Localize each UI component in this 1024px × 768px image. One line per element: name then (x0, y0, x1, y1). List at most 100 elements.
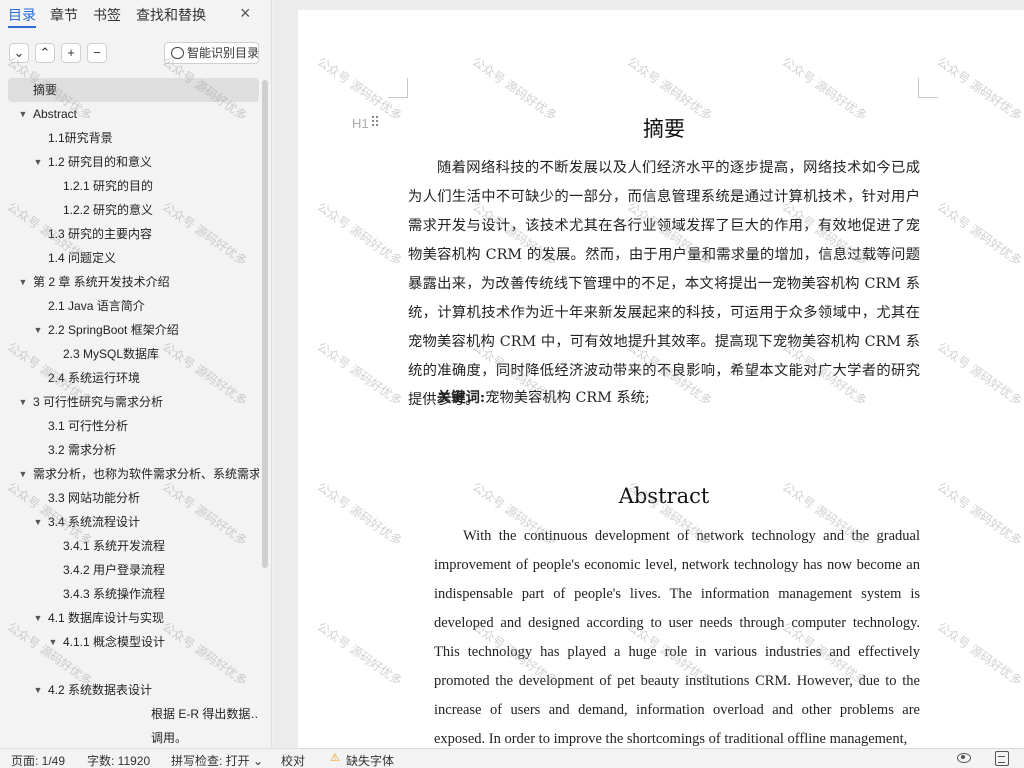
toc-item[interactable]: 1.4 问题定义 (8, 246, 259, 270)
toc-item[interactable]: ▼ 4.2 系统数据表设计 (8, 678, 259, 702)
chevron-down-icon: ⌄ (253, 754, 264, 768)
toc-item-label: 1.2.1 研究的目的 (63, 179, 154, 193)
abstract-title-cn: 摘要 (643, 117, 685, 141)
word-count[interactable]: 字数: 11920 (87, 752, 150, 768)
toc-item-label: 1.1研究背景 (48, 131, 113, 145)
toc-scrollbar[interactable] (262, 80, 268, 568)
toc-item[interactable]: 2.4 系统运行环境 (8, 366, 259, 390)
spell-check-toggle[interactable]: 拼写检查: 打开 ⌄ (171, 752, 263, 768)
toc-item[interactable]: 摘要 (8, 78, 259, 102)
toc-item[interactable]: ▼ 第 2 章 系统开发技术介绍 (8, 270, 259, 294)
toc-item-label: 2.2 SpringBoot 框架介绍 (48, 323, 179, 337)
toc-item[interactable]: 3.4.1 系统开发流程 (8, 534, 259, 558)
toc-item-label: 需求分析，也称为软件需求分析、系统需求… (33, 467, 259, 481)
toc-item-label: 2.4 系统运行环境 (48, 371, 141, 385)
toc-item[interactable]: ▼ 4.1 数据库设计与实现 (8, 606, 259, 630)
toc-item-label: 2.3 MySQL数据库 (63, 347, 160, 361)
caret-down-icon[interactable]: ▼ (18, 102, 28, 126)
toc-item[interactable]: ▼ 3 可行性研究与需求分析 (8, 390, 259, 414)
page-corner-mark (388, 78, 408, 98)
toc-item-label: 3.4 系统流程设计 (48, 515, 141, 529)
smart-recognize-icon (171, 47, 184, 59)
toc-item[interactable]: 3.2 需求分析 (8, 438, 259, 462)
page-indicator[interactable]: 页面: 1/49 (11, 752, 65, 768)
smart-toc-label: 智能识别目录 (187, 46, 260, 60)
toc-item[interactable]: ▼ 需求分析，也称为软件需求分析、系统需求… (8, 462, 259, 486)
toc-item[interactable]: ▼ 3.4 系统流程设计 (8, 510, 259, 534)
toc-item[interactable]: 2.3 MySQL数据库 (8, 342, 259, 366)
abstract-title-en: Abstract (618, 484, 710, 508)
toc-item-label: 3.4.3 系统操作流程 (63, 587, 166, 601)
toc-item-label: 1.2.2 研究的意义 (63, 203, 154, 217)
expand-all-button[interactable]: ⌃ (35, 43, 55, 63)
toc-item-label: 3.2 需求分析 (48, 443, 117, 457)
toc-item-label: 第 2 章 系统开发技术介绍 (33, 275, 170, 289)
document-view-icon[interactable] (995, 751, 1009, 766)
toc-item[interactable]: ▼ 1.2 研究目的和意义 (8, 150, 259, 174)
toc-item-label: 调用。 (151, 731, 188, 745)
caret-down-icon[interactable]: ▼ (33, 510, 43, 534)
caret-down-icon[interactable]: ▼ (33, 678, 43, 702)
keywords-label: 关键词: (437, 390, 486, 406)
abstract-paragraph-cn: 随着网络科技的不断发展以及人们经济水平的逐步提高，网络技术如今已成为人们生活中不… (408, 160, 920, 408)
sidebar-tabs: 目录 章节 书签 查找和替换 × (0, 0, 272, 30)
tab-bookmarks[interactable]: 书签 (93, 5, 121, 25)
toc-item[interactable]: 根据 E-R 得出数据… (8, 702, 259, 726)
collapse-all-button[interactable]: ⌄ (9, 43, 29, 63)
toc-item-label: 3.4.1 系统开发流程 (63, 539, 166, 553)
toc-item[interactable]: 1.3 研究的主要内容 (8, 222, 259, 246)
tab-chapters[interactable]: 章节 (50, 5, 78, 25)
add-entry-button[interactable]: + (61, 43, 81, 63)
caret-down-icon[interactable]: ▼ (18, 390, 28, 414)
status-bar: 页面: 1/49 字数: 11920 拼写检查: 打开 ⌄ 校对 ⚠ 缺失字体 (0, 748, 1024, 768)
toc-item[interactable]: 调用。 (8, 726, 259, 748)
close-icon[interactable]: × (240, 4, 251, 22)
caret-down-icon[interactable]: ▼ (48, 630, 58, 654)
tab-toc[interactable]: 目录 (8, 5, 36, 25)
toc-item[interactable]: 2.1 Java 语言简介 (8, 294, 259, 318)
toc-item-label: 根据 E-R 得出数据… (151, 707, 259, 721)
document-page[interactable]: H1 ⠿ 摘要 随着网络科技的不断发展以及人们经济水平的逐步提高，网络技术如今已… (298, 10, 1024, 748)
smart-toc-button[interactable]: 智能识别目录 (164, 42, 259, 64)
toc-item-label: 4.2 系统数据表设计 (48, 683, 153, 697)
missing-font-button[interactable]: 缺失字体 (346, 752, 394, 768)
toc-item-label: 3.1 可行性分析 (48, 419, 129, 433)
toc-item[interactable]: 3.1 可行性分析 (8, 414, 259, 438)
toc-item-label: 3 可行性研究与需求分析 (33, 395, 164, 409)
toc-item[interactable] (8, 654, 259, 678)
toc-item[interactable]: 3.4.3 系统操作流程 (8, 582, 259, 606)
toc-item[interactable]: ▼ Abstract (8, 102, 259, 126)
toc-item-label: 3.3 网站功能分析 (48, 491, 141, 505)
toc-item[interactable]: 3.4.2 用户登录流程 (8, 558, 259, 582)
abstract-paragraph-en: With the continuous development of netwo… (434, 528, 920, 747)
warning-icon: ⚠ (330, 752, 340, 764)
toc-item[interactable]: ▼ 4.1.1 概念模型设计 (8, 630, 259, 654)
eye-icon[interactable] (957, 753, 971, 763)
toc-item-label: 4.1.1 概念模型设计 (63, 635, 166, 649)
keywords-line: 关键词:宠物美容机构 CRM 系统; (437, 386, 650, 407)
spell-check-label: 拼写检查: 打开 (171, 754, 250, 768)
toc-toolbar: ⌄ ⌃ + − 智能识别目录 (0, 40, 272, 68)
active-tab-indicator (8, 26, 36, 28)
caret-down-icon[interactable]: ▼ (18, 270, 28, 294)
toc-item[interactable]: 1.2.2 研究的意义 (8, 198, 259, 222)
toc-item-label: 1.4 问题定义 (48, 251, 117, 265)
toc-item[interactable]: ▼ 2.2 SpringBoot 框架介绍 (8, 318, 259, 342)
keywords-value: 宠物美容机构 CRM 系统; (485, 390, 650, 406)
caret-down-icon[interactable]: ▼ (33, 318, 43, 342)
caret-down-icon[interactable]: ▼ (18, 462, 28, 486)
document-area[interactable]: H1 ⠿ 摘要 随着网络科技的不断发展以及人们经济水平的逐步提高，网络技术如今已… (273, 0, 1024, 748)
caret-down-icon[interactable]: ▼ (33, 150, 43, 174)
toc-item-label: 3.4.2 用户登录流程 (63, 563, 166, 577)
toc-item-label: 2.1 Java 语言简介 (48, 299, 145, 313)
proofread-button[interactable]: 校对 (281, 752, 305, 768)
toc-item[interactable]: 1.2.1 研究的目的 (8, 174, 259, 198)
tab-find-replace[interactable]: 查找和替换 (136, 5, 206, 25)
toc-item-label: 1.2 研究目的和意义 (48, 155, 153, 169)
toc-item-label: Abstract (33, 107, 78, 121)
toc-list: 摘要 ▼ Abstract 1.1研究背景 ▼ 1.2 研究目的和意义 1.2.1 研究的目… (0, 78, 262, 748)
caret-down-icon[interactable]: ▼ (33, 606, 43, 630)
remove-entry-button[interactable]: − (87, 43, 107, 63)
toc-item[interactable]: 3.3 网站功能分析 (8, 486, 259, 510)
toc-item[interactable]: 1.1研究背景 (8, 126, 259, 150)
